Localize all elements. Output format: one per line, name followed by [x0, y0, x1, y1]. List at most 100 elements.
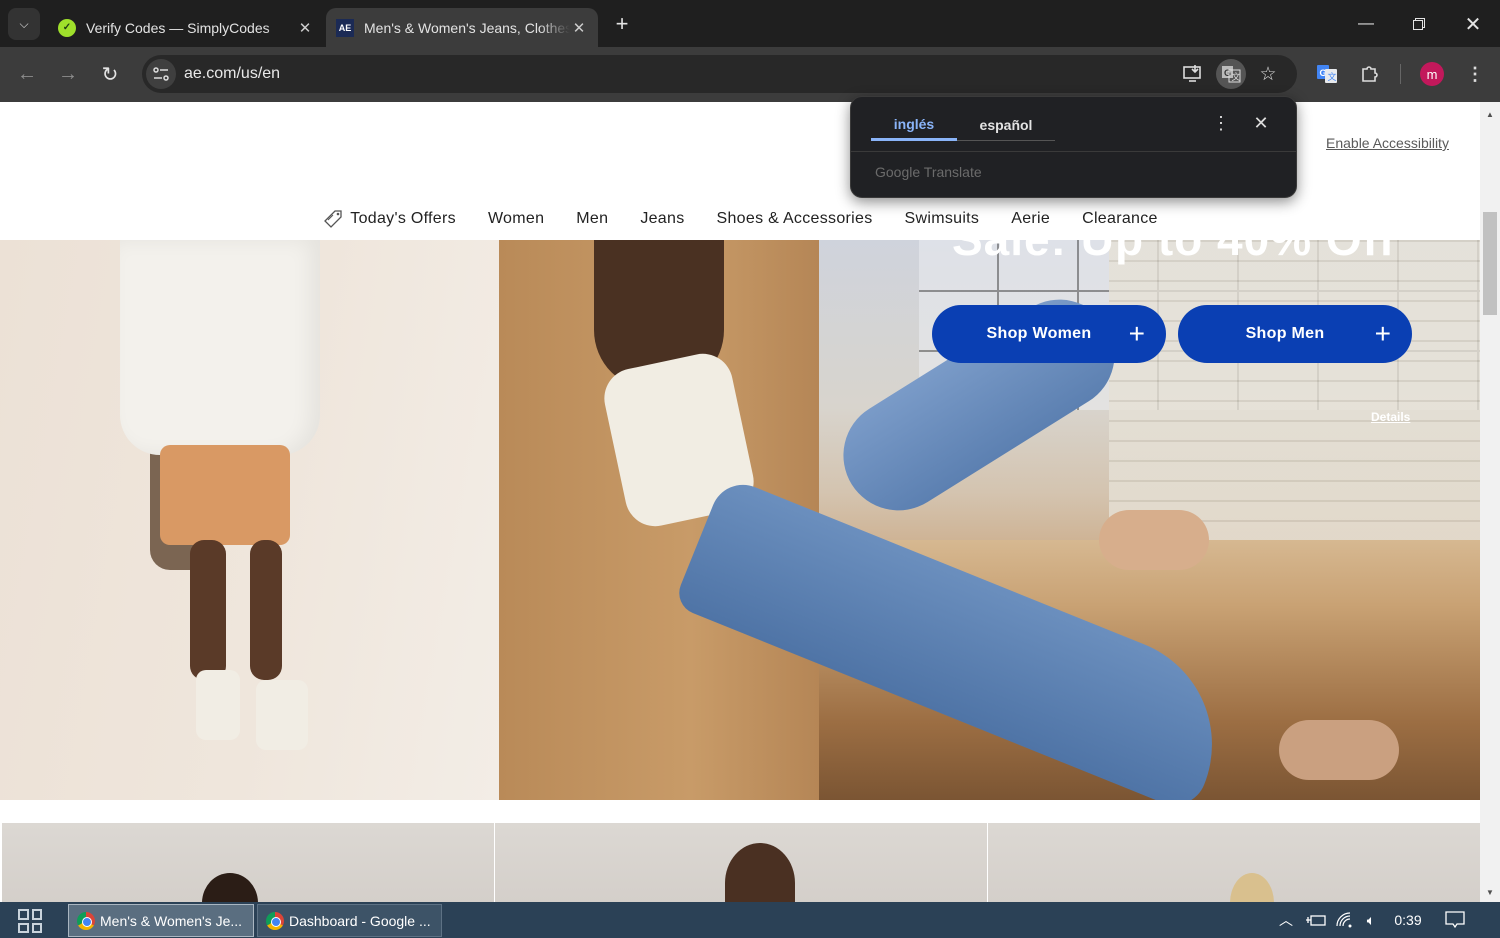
tab-search-button[interactable]: ⌵ — [8, 8, 40, 40]
divider — [851, 151, 1296, 152]
install-app-button[interactable] — [1178, 59, 1208, 89]
button-label: Shop Women — [986, 325, 1092, 342]
scroll-up-arrow[interactable]: ▲ — [1480, 106, 1500, 122]
translate-page-button[interactable]: G文 — [1216, 59, 1246, 89]
minimize-button[interactable]: — — [1346, 8, 1386, 40]
page-scrollbar[interactable]: ▲ ▼ — [1480, 102, 1500, 902]
translate-tab-spanish[interactable]: español — [957, 109, 1055, 141]
details-link[interactable]: Details — [1371, 410, 1410, 424]
svg-text:文: 文 — [1232, 71, 1241, 82]
address-bar[interactable]: ae.com/us/en G文 ☆ — [142, 55, 1297, 93]
google-translate-brand: Google Translate — [875, 164, 982, 180]
clock[interactable]: 0:39 — [1390, 910, 1426, 930]
enable-accessibility-link[interactable]: Enable Accessibility — [1326, 135, 1449, 151]
star-icon: ☆ — [1259, 63, 1277, 85]
windows-taskbar: Men's & Women's Je... Dashboard - Google… — [0, 902, 1500, 938]
ae-icon: AE — [336, 18, 354, 37]
shop-women-button[interactable]: Shop Women + — [932, 305, 1166, 363]
notification-icon — [1445, 911, 1465, 929]
extensions-button[interactable] — [1355, 59, 1385, 89]
arrow-right-icon: → — [58, 62, 78, 85]
scrollbar-thumb[interactable] — [1483, 212, 1497, 315]
more-vertical-icon: ⋮ — [1466, 63, 1484, 84]
translate-tab-english[interactable]: inglés — [871, 109, 957, 141]
nav-jeans[interactable]: Jeans — [640, 210, 684, 228]
puzzle-icon — [1362, 66, 1378, 82]
nav-shoes-accessories[interactable]: Shoes & Accessories — [717, 210, 873, 228]
translate-popup: inglés español ⋮ ✕ Google Translate — [850, 96, 1297, 198]
tab-title: Men's & Women's Jeans, Clothes — [364, 19, 570, 36]
tab-ae[interactable]: AE Men's & Women's Jeans, Clothes ✕ — [326, 8, 598, 47]
reload-icon: ↻ — [101, 63, 119, 86]
volume-button[interactable]: 🔈︎ — [1360, 910, 1382, 930]
close-icon[interactable]: ✕ — [296, 19, 314, 37]
scroll-down-arrow[interactable]: ▼ — [1480, 884, 1500, 900]
taskbar-window-dashboard[interactable]: Dashboard - Google ... — [257, 904, 442, 937]
taskbar-window-label: Men's & Women's Je... — [100, 912, 243, 929]
browser-toolbar: ← → ↻ ae.com/us/en G文 ☆ G文 m ⋮ — [0, 47, 1500, 102]
show-hidden-icons-button[interactable]: ︿ — [1276, 910, 1296, 930]
nav-label: Today's Offers — [350, 210, 456, 227]
hero-image-men[interactable] — [0, 240, 499, 800]
speaker-icon: 🔈︎ — [1366, 911, 1376, 928]
translate-options-button[interactable]: ⋮ — [1211, 111, 1231, 135]
category-tile[interactable] — [2, 823, 494, 902]
arrow-left-icon: ← — [17, 62, 37, 85]
install-icon — [1183, 65, 1201, 82]
category-tile[interactable] — [988, 823, 1480, 902]
plus-icon: + — [615, 11, 629, 36]
back-button[interactable]: ← — [12, 59, 42, 89]
nav-women[interactable]: Women — [488, 210, 544, 228]
web-page: Enable Accessibility Today's Offers Wome… — [0, 102, 1480, 902]
hero-headline: Sale: Up to 40% Off — [952, 213, 1396, 265]
google-translate-icon: G文 — [1222, 66, 1241, 83]
hero-banner: Sale: Up to 40% Off Shop Women + Shop Me… — [0, 213, 1480, 800]
close-window-button[interactable]: ✕ — [1453, 8, 1493, 40]
button-label: Shop Men — [1245, 325, 1325, 342]
restore-icon — [1413, 18, 1425, 30]
tune-icon — [153, 67, 169, 81]
simplycodes-icon: ✓ — [58, 18, 76, 37]
tag-icon — [324, 210, 342, 228]
chrome-icon — [77, 911, 95, 930]
profile-avatar[interactable]: m — [1420, 62, 1444, 86]
close-icon: ✕ — [1464, 13, 1482, 36]
translate-close-button[interactable]: ✕ — [1249, 111, 1273, 135]
battery-button[interactable] — [1304, 910, 1328, 930]
chevron-up-icon: ︿ — [1279, 912, 1293, 928]
nav-men[interactable]: Men — [576, 210, 608, 228]
nav-todays-offers[interactable]: Today's Offers — [322, 208, 456, 230]
browser-tab-strip: ⌵ ✓ Verify Codes — SimplyCodes ✕ AE Men'… — [0, 0, 1500, 47]
minimize-icon: — — [1358, 15, 1374, 32]
restore-button[interactable] — [1399, 8, 1439, 40]
url-text[interactable]: ae.com/us/en — [184, 65, 280, 83]
chrome-menu-button[interactable]: ⋮ — [1460, 59, 1490, 89]
translate-extension-button[interactable]: G文 — [1312, 59, 1342, 89]
close-icon[interactable]: ✕ — [570, 19, 588, 37]
task-view-button[interactable] — [18, 909, 42, 933]
svg-text:文: 文 — [1328, 71, 1337, 82]
bookmark-button[interactable]: ☆ — [1253, 59, 1283, 89]
chevron-down-icon: ⌵ — [19, 16, 29, 31]
category-tile[interactable] — [495, 823, 987, 902]
wifi-icon — [1336, 912, 1352, 928]
forward-button[interactable]: → — [53, 59, 83, 89]
reload-button[interactable]: ↻ — [95, 59, 125, 89]
network-button[interactable] — [1334, 910, 1356, 930]
site-info-button[interactable] — [146, 59, 176, 89]
taskbar-window-label: Dashboard - Google ... — [289, 912, 431, 929]
tab-simplycodes[interactable]: ✓ Verify Codes — SimplyCodes ✕ — [48, 8, 324, 47]
close-icon: ✕ — [1253, 112, 1269, 133]
plus-icon: + — [1128, 318, 1146, 349]
google-translate-extension-icon: G文 — [1317, 65, 1337, 83]
action-center-button[interactable] — [1444, 910, 1466, 930]
taskbar-window-ae[interactable]: Men's & Women's Je... — [68, 904, 254, 937]
shop-men-button[interactable]: Shop Men + — [1178, 305, 1412, 363]
new-tab-button[interactable]: + — [608, 10, 636, 38]
battery-charging-icon — [1306, 915, 1326, 926]
tab-title: Verify Codes — SimplyCodes — [86, 19, 270, 36]
chrome-icon — [266, 911, 284, 930]
more-vertical-icon: ⋮ — [1212, 112, 1230, 133]
toolbar-divider — [1400, 64, 1401, 84]
plus-icon: + — [1374, 318, 1392, 349]
